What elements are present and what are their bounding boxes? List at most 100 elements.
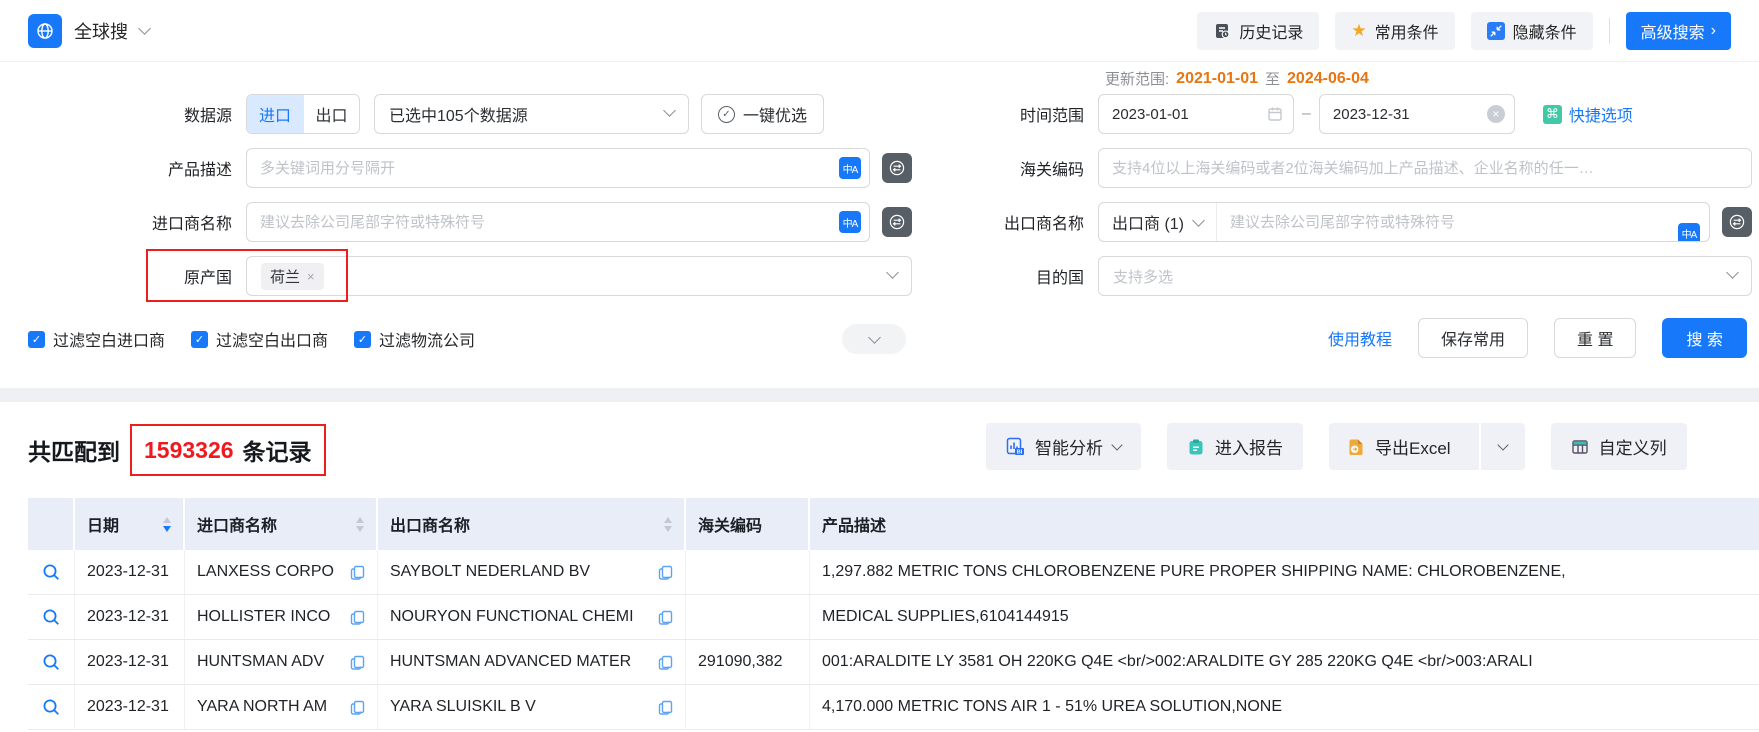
favorites-button[interactable]: ★ 常用条件 [1335,11,1455,50]
smart-analysis-button[interactable]: BI 智能分析 [986,423,1141,470]
filter-panel: 更新范围: 2021-01-01 至 2024-06-04 数据源 进口 出口 … [0,62,1759,388]
time-range-label: 时间范围 [1019,108,1084,125]
copy-icon[interactable] [658,565,673,580]
reset-button[interactable]: 重 置 [1554,318,1637,358]
section-divider [0,388,1759,402]
copy-icon[interactable] [658,655,673,670]
header-importer[interactable]: 进口商名称 [185,498,378,550]
origin-country-select[interactable]: 荷兰 × [246,256,912,296]
star-icon: ★ [1351,21,1367,40]
exporter-type-select[interactable]: 出口商 (1) [1099,203,1218,241]
view-detail-magnifier-icon[interactable] [42,698,61,717]
translate-icon[interactable]: 中A [839,157,861,179]
result-actions: BI 智能分析 进入报告 导出Excel 自定义列 [986,423,1687,470]
exclude-keywords-button[interactable] [882,153,912,183]
hs-code-input[interactable] [1098,148,1752,188]
tab-export[interactable]: 出口 [303,95,359,133]
hs-code-label: 海关编码 [1019,162,1084,179]
end-date-input[interactable] [1318,94,1515,134]
cell-hs-code: 291090,382 [686,640,810,684]
advanced-search-button[interactable]: 高级搜索 › [1625,11,1731,50]
one-key-optimize-button[interactable]: ✓ 一键优选 [701,94,825,134]
checkbox-filter-logistics[interactable]: ✓ 过滤物流公司 [354,327,475,351]
exclude-importer-button[interactable] [882,207,912,237]
start-date-input[interactable] [1098,94,1294,134]
importer-input[interactable] [246,202,870,242]
exclude-exporter-button[interactable] [1722,207,1752,237]
destination-row: 目的国 支持多选 [940,256,1752,296]
header-date[interactable]: 日期 [75,498,185,550]
cell-product-desc: MEDICAL SUPPLIES,6104144915 [822,608,1069,625]
importer-row: 进口商名称 中A [28,202,912,242]
table-row: 2023-12-31 YARA NORTH AM YARA SLUISKIL B… [28,685,1759,730]
sort-icon[interactable] [163,516,171,532]
chevron-down-icon[interactable] [138,22,151,35]
end-date-field[interactable]: × [1318,94,1515,134]
report-clipboard-icon [1187,438,1205,456]
destination-select[interactable]: 支持多选 [1098,256,1752,296]
export-options-button[interactable] [1478,423,1525,470]
history-button[interactable]: 历史记录 [1197,11,1320,50]
results-table: 日期 进口商名称 出口商名称 海关编码 产品描述 2023-12-31 LANX… [28,498,1759,730]
chevron-down-icon [1496,439,1509,451]
search-button[interactable]: 搜 索 [1662,318,1747,358]
custom-columns-button[interactable]: 自定义列 [1550,423,1687,470]
start-date-field[interactable] [1098,94,1294,134]
cell-hs-code [686,685,810,729]
destination-label: 目的国 [1035,270,1084,287]
globe-logo-icon [28,13,62,48]
tab-import[interactable]: 进口 [247,95,303,133]
copy-icon[interactable] [350,700,365,715]
cell-date: 2023-12-31 [75,595,185,639]
match-suffix: 条记录 [242,439,312,465]
header-hs-code: 海关编码 [686,498,810,550]
view-detail-magnifier-icon[interactable] [42,563,61,582]
translate-icon[interactable]: 中A [1678,222,1700,241]
tutorial-link[interactable]: 使用教程 [1328,326,1392,350]
save-common-button[interactable]: 保存常用 [1418,318,1529,358]
data-source-select[interactable]: 已选中105个数据源 [374,94,689,134]
chevron-down-icon [1726,266,1739,279]
exporter-input[interactable] [1217,213,1709,231]
toolbar-divider [1608,17,1610,44]
checkbox-checked-icon[interactable]: ✓ [28,330,45,348]
checkbox-checked-icon[interactable]: ✓ [191,330,209,348]
match-prefix: 共匹配到 [28,439,120,465]
copy-icon[interactable] [350,610,365,625]
sort-icon[interactable] [356,516,364,532]
export-excel-button[interactable]: 导出Excel [1329,423,1469,470]
cell-importer: LANXESS CORPO [185,550,378,594]
cell-product-desc: 001:ARALDITE LY 3581 OH 220KG Q4E <br/>0… [822,653,1533,670]
enter-report-button[interactable]: 进入报告 [1167,423,1303,470]
view-detail-magnifier-icon[interactable] [42,608,61,627]
columns-grid-icon [1571,438,1589,456]
copy-icon[interactable] [658,610,673,625]
view-detail-magnifier-icon[interactable] [42,653,61,672]
header-detail-column [28,498,75,550]
copy-icon[interactable] [658,700,673,715]
translate-icon[interactable]: 中A [839,211,861,233]
tag-close-icon[interactable]: × [307,269,315,284]
checkbox-checked-icon[interactable]: ✓ [354,330,372,348]
copy-icon[interactable] [350,655,365,670]
app-brand[interactable]: 全球搜 [28,13,151,48]
quick-options-link[interactable]: ⌘ 快捷选项 [1542,102,1633,126]
clear-icon[interactable]: × [1486,105,1505,123]
export-excel-button-group: 导出Excel [1329,423,1525,470]
table-row: 2023-12-31 HOLLISTER INCO NOURYON FUNCTI… [28,595,1759,640]
cell-importer: HOLLISTER INCO [185,595,378,639]
header-exporter[interactable]: 出口商名称 [378,498,686,550]
update-end-date: 2024-06-04 [1287,69,1369,87]
checkbox-filter-blank-importer[interactable]: ✓ 过滤空白进口商 [28,327,165,351]
origin-country-label: 原产国 [183,270,232,287]
hs-code-field [1098,148,1752,188]
header-product-desc: 产品描述 [822,518,887,535]
sort-icon[interactable] [664,516,672,532]
exporter-field: 出口商 (1) 中A [1098,202,1710,242]
collapse-icon [1486,21,1505,40]
copy-icon[interactable] [350,565,365,580]
hide-conditions-button[interactable]: 隐藏条件 [1470,11,1593,50]
product-desc-input[interactable] [246,148,870,188]
checkbox-filter-blank-exporter[interactable]: ✓ 过滤空白出口商 [191,327,328,351]
collapse-form-button[interactable] [842,324,906,354]
